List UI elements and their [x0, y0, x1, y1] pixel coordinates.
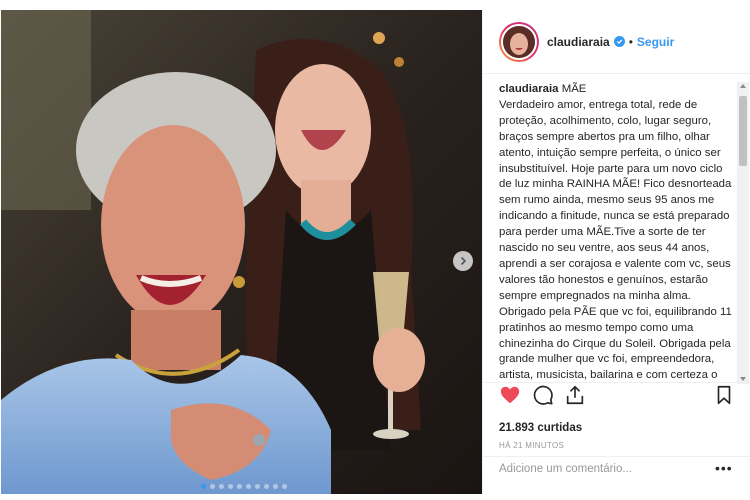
- chevron-right-icon: [460, 256, 467, 266]
- post-actions: [499, 384, 735, 414]
- carousel-dot: [264, 484, 269, 489]
- share-icon: [566, 385, 584, 405]
- scroll-up-arrow-icon[interactable]: [740, 84, 746, 88]
- carousel-indicator: [201, 484, 287, 489]
- divider: [483, 382, 750, 383]
- avatar-image: [501, 23, 537, 60]
- carousel-dot: [210, 484, 215, 489]
- caption-text: Verdadeiro amor, entrega total, rede de …: [499, 98, 732, 382]
- caption-title: MÃE: [561, 83, 587, 95]
- likes-count[interactable]: 21.893 curtidas: [499, 422, 582, 434]
- caption-username[interactable]: claudiaraia: [499, 83, 559, 95]
- like-button[interactable]: [499, 384, 521, 411]
- avatar[interactable]: [499, 21, 539, 62]
- more-options-button[interactable]: •••: [715, 461, 733, 475]
- follow-button[interactable]: Seguir: [637, 35, 674, 49]
- next-photo-button[interactable]: [453, 251, 473, 271]
- post-timestamp[interactable]: HÁ 21 MINUTOS: [499, 441, 564, 450]
- separator-dot: •: [628, 34, 633, 49]
- caption-scrollbar[interactable]: [737, 82, 749, 384]
- comment-input[interactable]: Adicione um comentário...: [499, 463, 632, 475]
- post-details-panel: claudiaraia • Seguir claudiaraia MÃE Ver…: [482, 10, 750, 494]
- bookmark-icon: [717, 385, 731, 405]
- username-link[interactable]: claudiaraia: [547, 35, 610, 49]
- carousel-dot: [201, 484, 206, 489]
- share-button[interactable]: [564, 384, 586, 411]
- carousel-dot: [273, 484, 278, 489]
- carousel-dot: [237, 484, 242, 489]
- post-photo[interactable]: [1, 10, 482, 494]
- heart-icon: [500, 386, 520, 404]
- carousel-dot: [255, 484, 260, 489]
- post-header: claudiaraia • Seguir: [483, 10, 750, 74]
- post-caption: claudiaraia MÃE Verdadeiro amor, entrega…: [499, 82, 737, 382]
- instagram-post: claudiaraia • Seguir claudiaraia MÃE Ver…: [0, 0, 750, 500]
- scroll-down-arrow-icon[interactable]: [740, 377, 746, 381]
- carousel-dot: [246, 484, 251, 489]
- carousel-dot: [219, 484, 224, 489]
- scrollbar-thumb[interactable]: [739, 96, 747, 166]
- avatar-portrait: [503, 25, 535, 58]
- save-button[interactable]: [713, 384, 735, 411]
- verified-badge-icon: [613, 36, 625, 47]
- photo-illustration: [1, 10, 482, 494]
- comment-button[interactable]: [532, 384, 554, 411]
- comment-icon: [533, 385, 553, 405]
- carousel-dot: [228, 484, 233, 489]
- carousel-dot: [282, 484, 287, 489]
- divider: [483, 456, 750, 457]
